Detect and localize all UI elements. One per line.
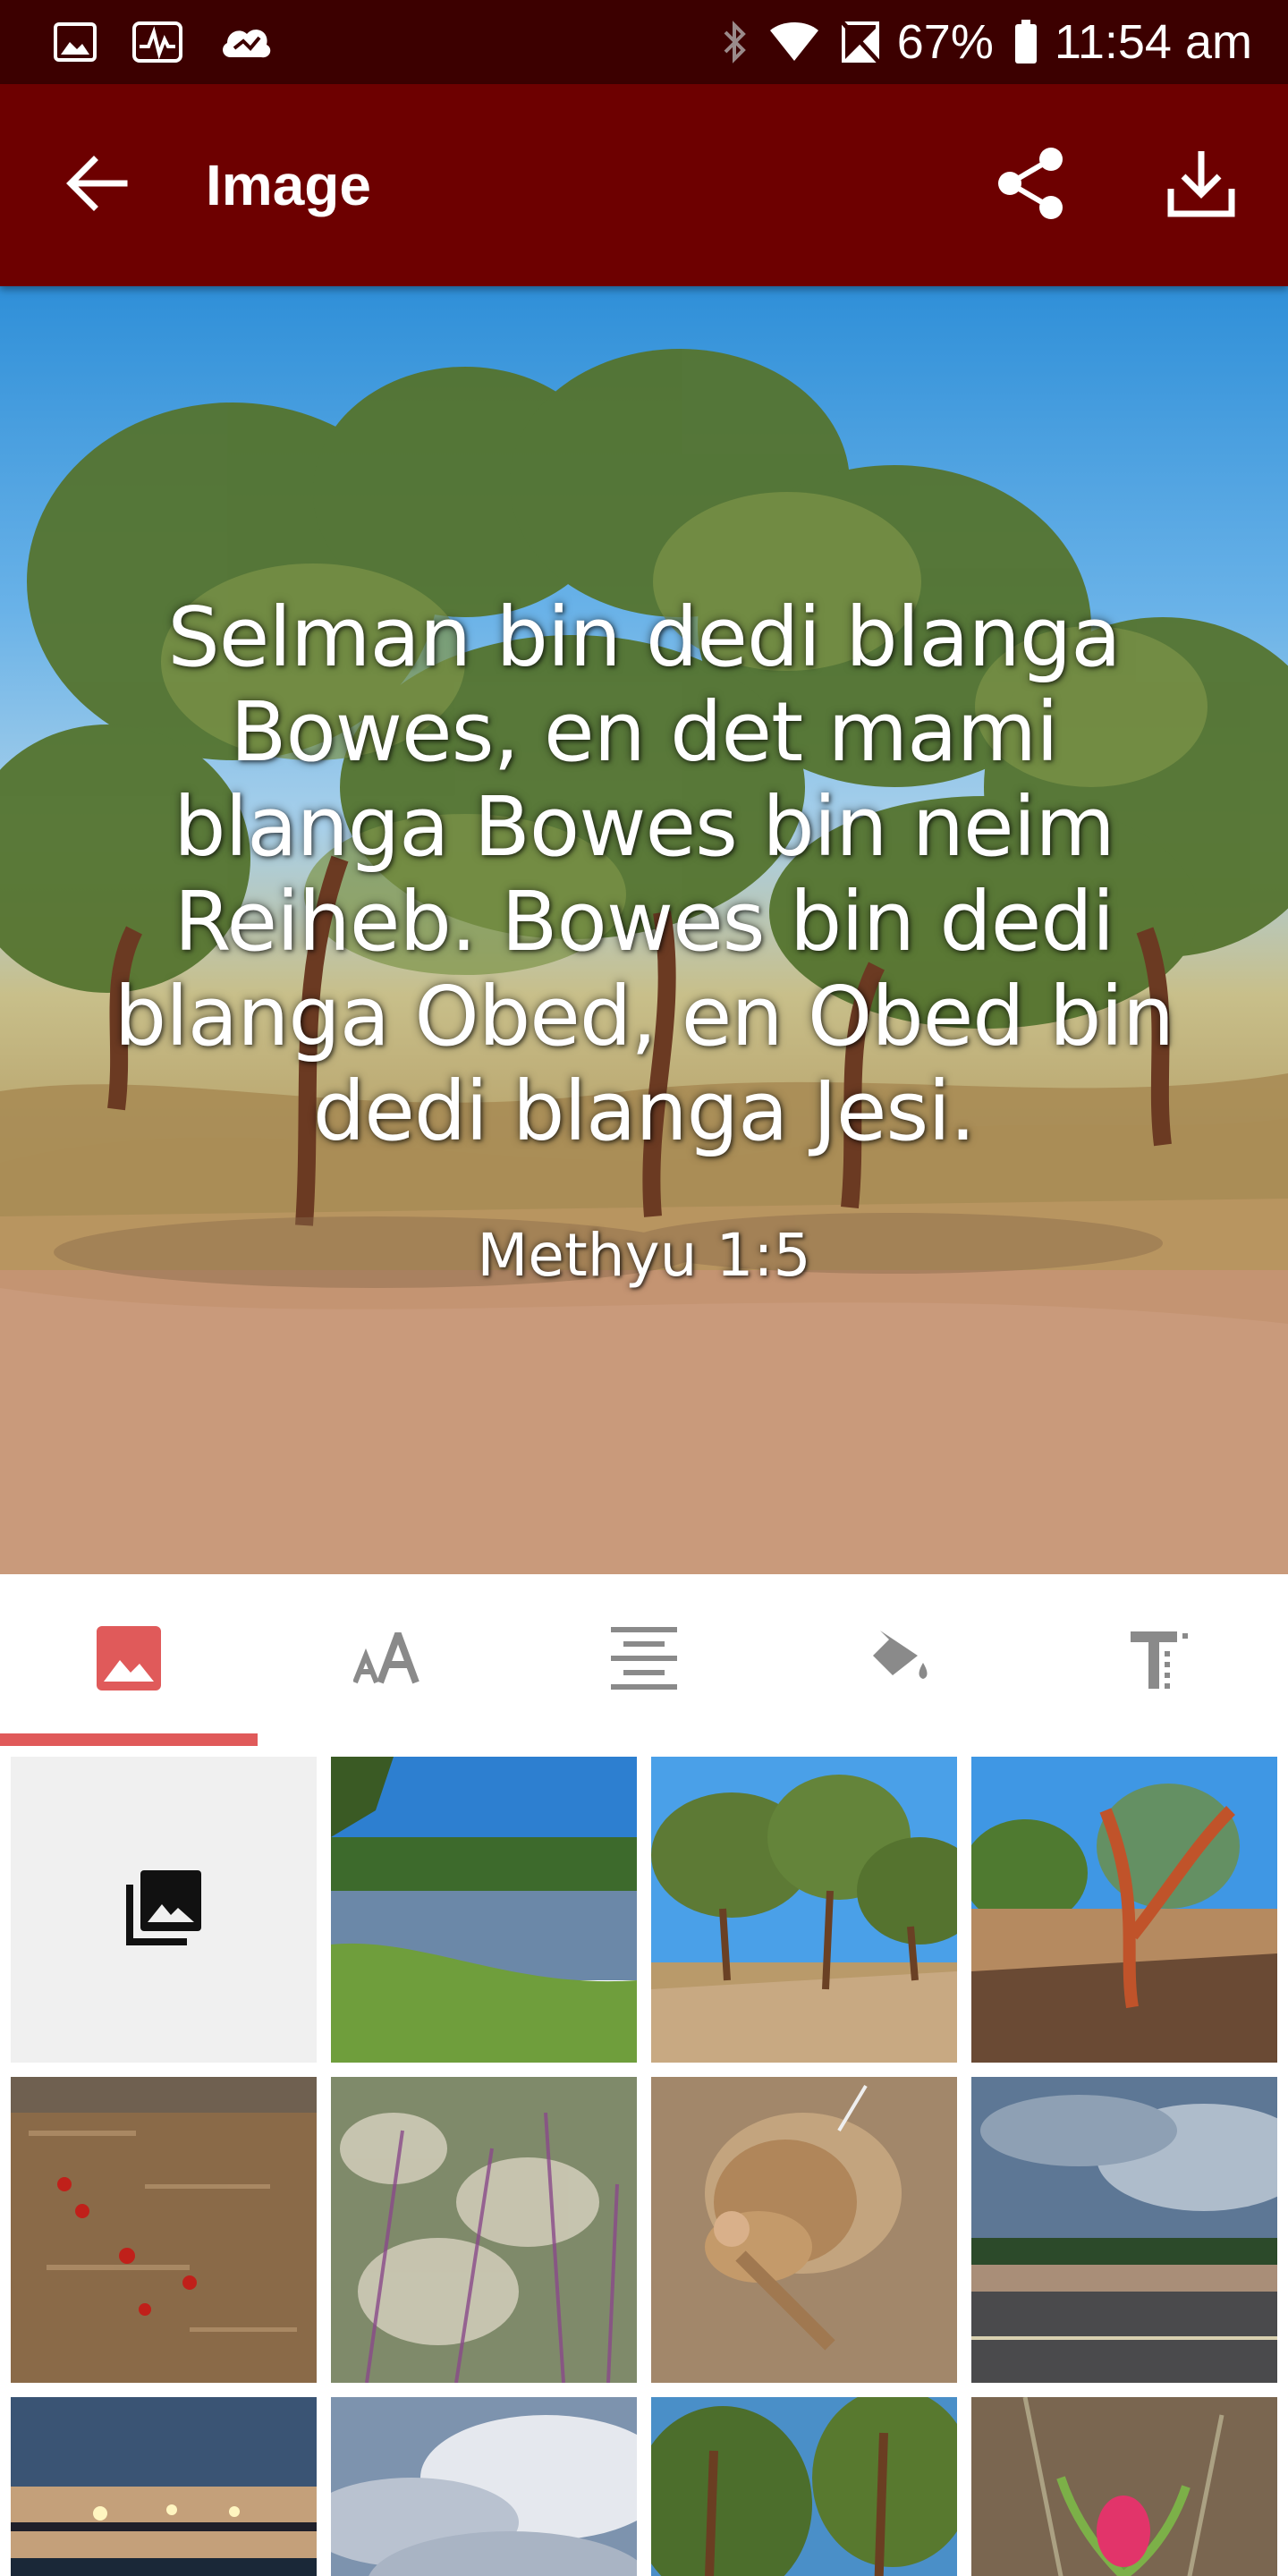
status-right-icons: 67% 11:54 am (702, 14, 1252, 70)
download-button[interactable] (1161, 145, 1241, 225)
background-image-grid (0, 1746, 1288, 2576)
tab-alignment[interactable] (515, 1574, 773, 1746)
tab-color[interactable] (773, 1574, 1030, 1746)
status-left-icons (54, 21, 309, 63)
editor-tab-bar (0, 1574, 1288, 1746)
verse-text[interactable]: Selman bin dedi blanga Bowes, en det mam… (89, 590, 1199, 1159)
text-format-icon (1127, 1624, 1191, 1697)
tab-font[interactable] (1030, 1574, 1288, 1746)
activity-notification-icon (132, 21, 182, 63)
thumb-red-flower[interactable] (971, 2397, 1277, 2576)
app-bar: Image (0, 84, 1288, 286)
no-sim-icon (839, 20, 881, 64)
open-gallery-button[interactable] (11, 1757, 317, 2063)
thumb-cloudy-sky[interactable] (331, 2397, 637, 2576)
bluetooth-icon (722, 20, 749, 64)
verse-line: dedi blanga Jesi. (312, 1063, 976, 1159)
verse-line: Reiheb. Bowes bin dedi (174, 874, 1115, 970)
thumb-jetty-sunset[interactable] (11, 2397, 317, 2576)
cloud-sync-icon (218, 21, 274, 63)
thumb-lake[interactable] (331, 1757, 637, 2063)
tab-background-image[interactable] (0, 1574, 258, 1746)
battery-percent: 67% (896, 15, 994, 69)
share-icon (997, 147, 1065, 225)
verse-line: blanga Bowes bin neim (174, 779, 1115, 875)
photo-library-icon (126, 1869, 201, 1950)
thumb-storm-clouds-road[interactable] (971, 2077, 1277, 2383)
paint-bucket-icon (868, 1627, 936, 1694)
wifi-icon (768, 21, 820, 63)
thumb-purple-grass[interactable] (331, 2077, 637, 2383)
verse-line: Selman bin dedi blanga (167, 589, 1121, 685)
battery-icon (1013, 20, 1038, 64)
page-title: Image (206, 153, 371, 217)
clock: 11:54 am (1054, 15, 1252, 69)
verse-line: Bowes, en det mami (230, 684, 1058, 780)
tab-font-size[interactable] (258, 1574, 515, 1746)
status-bar: 67% 11:54 am (0, 0, 1288, 84)
download-icon (1167, 149, 1235, 222)
selected-tab-indicator (0, 1733, 258, 1746)
image-notification-icon (54, 22, 97, 62)
verse-image-preview: Selman bin dedi blanga Bowes, en det mam… (0, 286, 1288, 1574)
share-button[interactable] (991, 145, 1072, 225)
text-size-icon (352, 1623, 419, 1689)
arrow-left-icon (65, 155, 130, 216)
thumb-tree-red-trunk[interactable] (971, 1757, 1277, 2063)
image-icon (97, 1625, 161, 1695)
verse-reference: Methyu 1:5 (477, 1221, 811, 1290)
back-button[interactable] (57, 145, 138, 225)
align-center-icon (611, 1625, 677, 1696)
thumb-forest-trees[interactable] (651, 2397, 957, 2576)
thumb-trees-path[interactable] (651, 1757, 957, 2063)
thumb-small-mammal[interactable] (651, 2077, 957, 2383)
thumb-dry-ground-flowers[interactable] (11, 2077, 317, 2383)
verse-line: blanga Obed, en Obed bin (114, 969, 1174, 1064)
